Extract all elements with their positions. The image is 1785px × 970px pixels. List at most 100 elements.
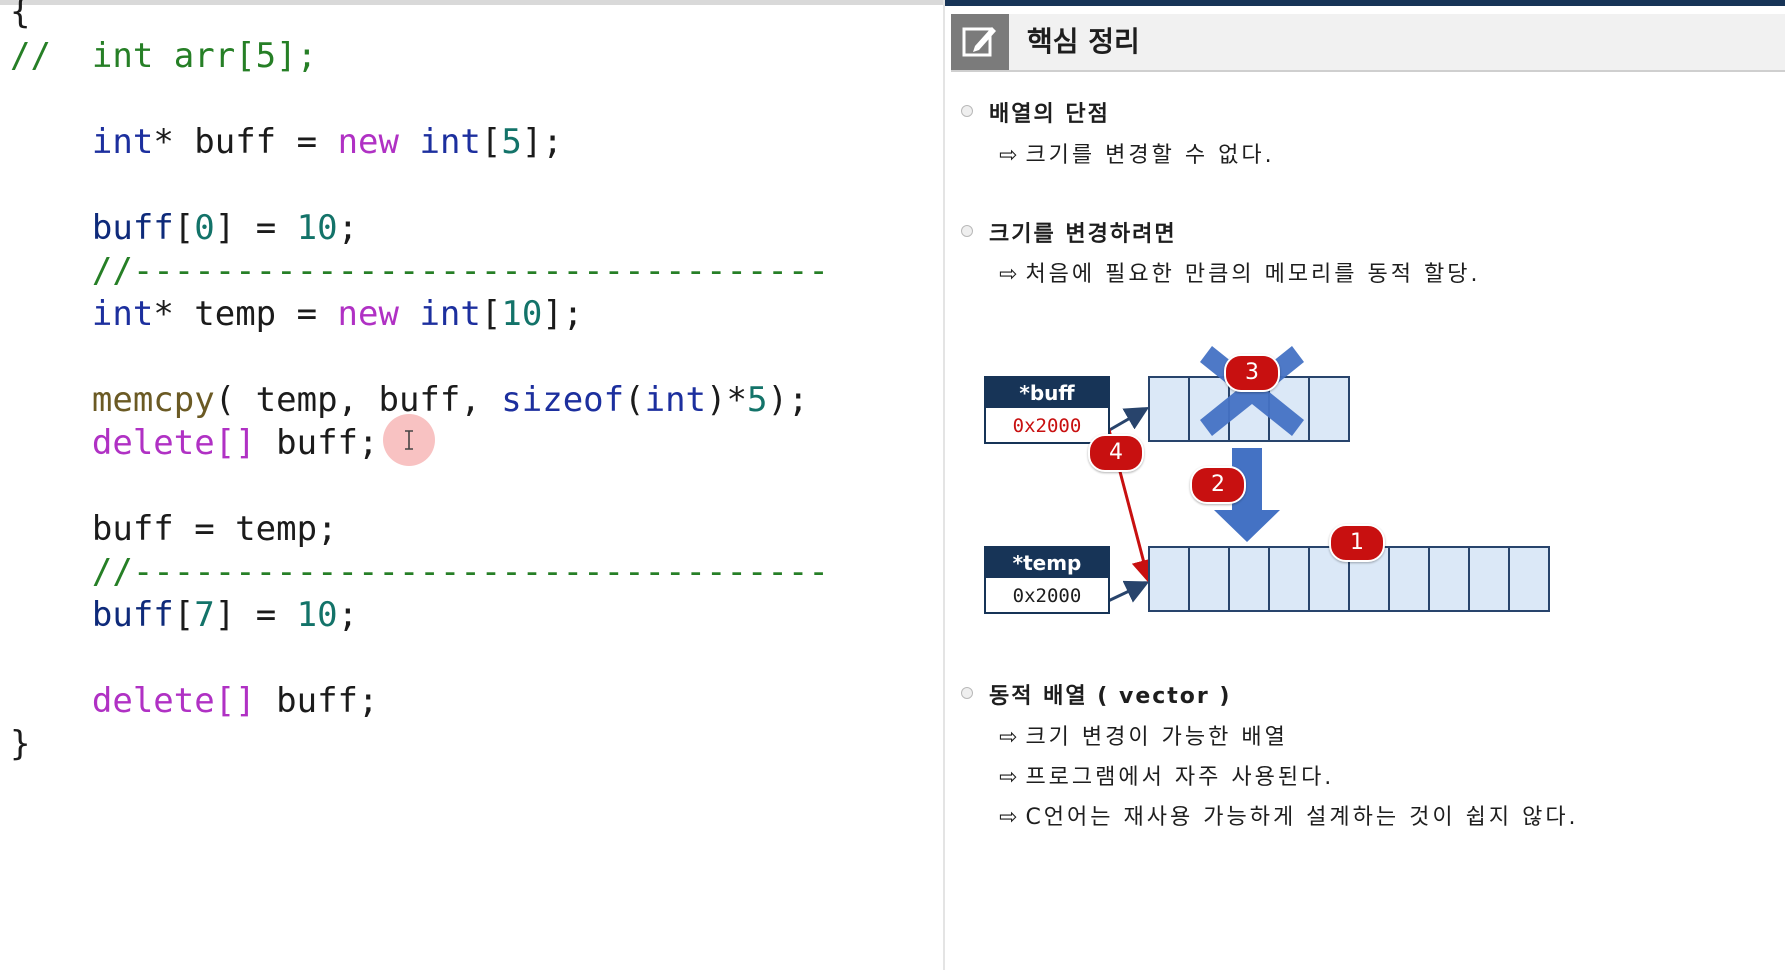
code-token: 10 bbox=[296, 595, 338, 635]
code-line[interactable]: { bbox=[10, 0, 30, 32]
code-token: ; bbox=[337, 595, 359, 635]
code-token: [ bbox=[173, 595, 195, 635]
temp-pointer-name: *temp bbox=[986, 548, 1108, 578]
arrow-right-icon: ⇨ bbox=[999, 262, 1018, 287]
code-token: ] = bbox=[214, 595, 297, 635]
code-token: buff = temp; bbox=[10, 509, 338, 549]
edit-icon bbox=[962, 27, 996, 57]
section-item: ⇨ 프로그램에서 자주 사용된다. bbox=[999, 765, 1335, 790]
section-item: ⇨ 크기 변경이 가능한 배열 bbox=[999, 725, 1288, 750]
code-token: buff; bbox=[255, 423, 379, 463]
code-token: )* bbox=[706, 380, 747, 420]
buff-pointer-value: 0x2000 bbox=[1012, 415, 1082, 437]
code-line[interactable]: buff[0] = 10; bbox=[10, 208, 358, 248]
section-item: ⇨ 처음에 필요한 만큼의 메모리를 동적 할당. bbox=[999, 262, 1481, 287]
buff-pointer-box: *buff 0x2000 bbox=[984, 376, 1110, 444]
array-cell bbox=[1270, 548, 1310, 610]
array-cell bbox=[1430, 548, 1470, 610]
code-token: 5 bbox=[501, 122, 522, 162]
array-cell bbox=[1230, 548, 1270, 610]
step-badge-1: 1 bbox=[1329, 524, 1385, 562]
code-line[interactable]: buff = temp; bbox=[10, 509, 338, 549]
code-line[interactable]: int* temp = new int[10]; bbox=[10, 294, 583, 334]
code-token: delete[] bbox=[91, 423, 256, 463]
code-token: [ bbox=[173, 208, 195, 248]
code-token: //---------------------------------- bbox=[10, 251, 829, 291]
code-token: 10 bbox=[296, 208, 338, 248]
code-line[interactable]: //---------------------------------- bbox=[10, 552, 829, 592]
code-line[interactable]: buff[7] = 10; bbox=[10, 595, 358, 635]
code-token: 10 bbox=[501, 294, 543, 334]
section-item: ⇨ C언어는 재사용 가능하게 설계하는 것이 쉽지 않다. bbox=[999, 805, 1579, 830]
step-badge-2: 2 bbox=[1190, 466, 1246, 504]
code-token: ] = bbox=[214, 208, 297, 248]
code-token: ]; bbox=[521, 122, 563, 162]
code-token: * bbox=[153, 122, 195, 162]
code-token: [ bbox=[480, 294, 502, 334]
code-token: buff; bbox=[255, 681, 379, 721]
code-token: * temp = bbox=[153, 294, 338, 334]
code-line[interactable]: delete[] buff; bbox=[10, 423, 379, 463]
section-title: 크기를 변경하려면 bbox=[989, 222, 1177, 247]
arrow-right-icon: ⇨ bbox=[999, 143, 1018, 168]
array-cell bbox=[1510, 548, 1548, 610]
code-token: new bbox=[337, 122, 399, 162]
code-token: int bbox=[91, 122, 154, 162]
code-token: ); bbox=[767, 380, 809, 420]
arrow-right-icon: ⇨ bbox=[999, 805, 1018, 830]
code-token: int bbox=[419, 122, 481, 162]
arrow-right-icon: ⇨ bbox=[999, 725, 1018, 750]
code-line[interactable]: //---------------------------------- bbox=[10, 251, 829, 291]
code-line[interactable]: // int arr[5]; bbox=[10, 36, 317, 76]
bullet-icon bbox=[961, 105, 973, 117]
code-token: [ bbox=[480, 122, 502, 162]
bullet-icon bbox=[961, 687, 973, 699]
code-token: ( bbox=[624, 380, 645, 420]
buff-pointer-line bbox=[1105, 406, 1150, 434]
buff-pointer-name: *buff bbox=[986, 378, 1108, 408]
code-token: int bbox=[644, 380, 707, 420]
code-editor[interactable]: {// int arr[5]; int* buff = new int[5]; … bbox=[0, 0, 943, 970]
code-token: 5 bbox=[746, 380, 768, 420]
code-token: ]; bbox=[542, 294, 584, 334]
code-token: delete[] bbox=[91, 681, 256, 721]
code-token: sizeof bbox=[501, 380, 625, 420]
array-cell bbox=[1150, 548, 1190, 610]
code-token: 0 bbox=[194, 208, 215, 248]
code-token: ( temp, buff, bbox=[214, 380, 502, 420]
code-token: 7 bbox=[194, 595, 215, 635]
editor-top-border bbox=[0, 0, 943, 5]
code-token: buff bbox=[91, 208, 174, 248]
code-token: { bbox=[10, 0, 31, 32]
code-token: new bbox=[337, 294, 399, 334]
code-token: memcpy bbox=[91, 380, 215, 420]
code-token: // int arr[5]; bbox=[10, 36, 318, 76]
code-token: buff bbox=[91, 595, 174, 635]
section-title: 동적 배열 ( vector ) bbox=[989, 684, 1232, 709]
code-token: = bbox=[276, 122, 338, 162]
array-cell bbox=[1390, 548, 1430, 610]
code-line[interactable]: delete[] buff; bbox=[10, 681, 379, 721]
edit-icon-box bbox=[951, 14, 1009, 70]
code-token: int bbox=[91, 294, 154, 334]
slide-top-bar bbox=[945, 0, 1785, 6]
step-badge-4: 4 bbox=[1088, 434, 1144, 472]
code-token: ; bbox=[337, 208, 359, 248]
text-cursor-icon bbox=[405, 430, 413, 450]
section-title: 배열의 단점 bbox=[989, 102, 1110, 127]
code-line[interactable]: } bbox=[10, 724, 30, 764]
array-cell bbox=[1190, 548, 1230, 610]
bullet-icon bbox=[961, 225, 973, 237]
code-line[interactable]: int* buff = new int[5]; bbox=[10, 122, 563, 162]
step-badge-3: 3 bbox=[1224, 354, 1280, 392]
code-token: } bbox=[10, 724, 31, 764]
slide-header: 핵심 정리 bbox=[951, 14, 1785, 72]
